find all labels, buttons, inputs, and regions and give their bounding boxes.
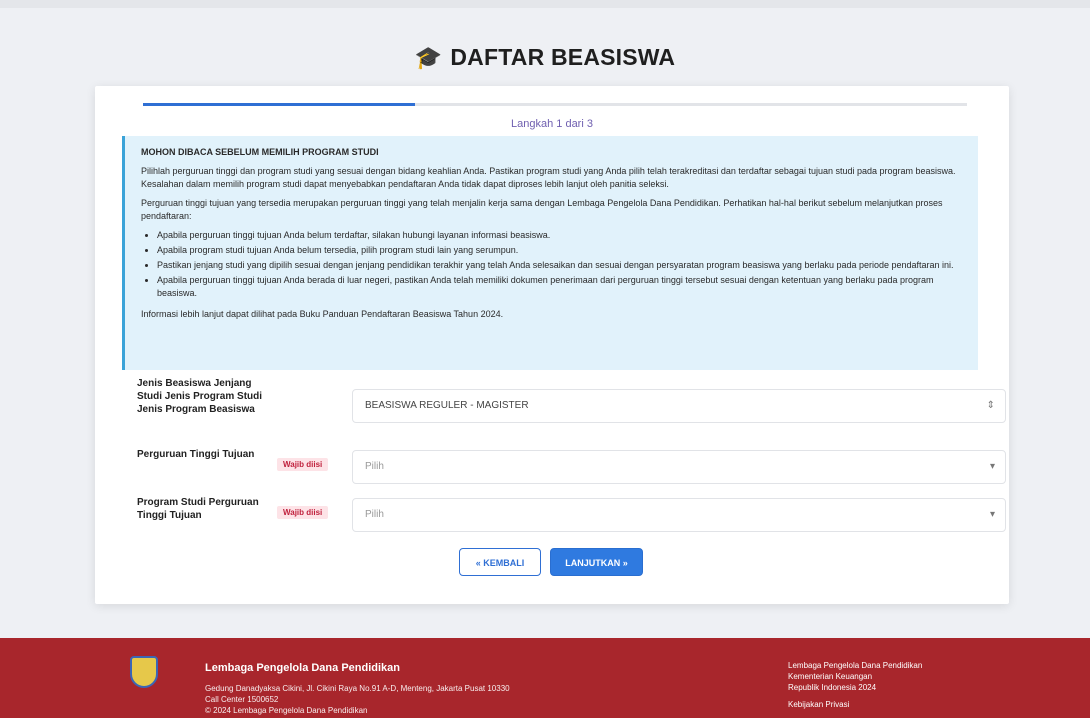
scholarship-type-value: BEASISWA REGULER - MAGISTER (365, 400, 529, 411)
chevron-down-icon: ▾ (989, 509, 995, 520)
study-program-label: Program Studi Perguruan Tinggi Tujuan (137, 497, 259, 521)
graduation-cap-icon: 🎓 (414, 45, 443, 70)
study-program-select[interactable]: Pilih ▾ (352, 498, 1006, 532)
back-button[interactable]: « KEMBALI (459, 548, 541, 576)
top-bar (0, 0, 1090, 8)
university-placeholder: Pilih (365, 461, 384, 472)
form-row-scholarship-type: Jenis Beasiswa Jenjang Studi Jenis Progr… (137, 377, 1006, 437)
notice-bullet: Apabila perguruan tinggi tujuan Anda bel… (157, 229, 966, 242)
notice-bullet: Pastikan jenjang studi yang dipilih sesu… (157, 259, 966, 272)
university-select[interactable]: Pilih ▾ (352, 450, 1006, 484)
university-label: Perguruan Tinggi Tujuan (137, 449, 255, 460)
notice-intro: Pilihlah perguruan tinggi dan program st… (141, 166, 956, 189)
form-row-university: Perguruan Tinggi Tujuan Wajib diisi Pili… (137, 448, 1006, 488)
scholarship-type-label: Jenis Beasiswa Jenjang Studi Jenis Progr… (137, 378, 263, 415)
notice-closing: Informasi lebih lanjut dapat dilihat pad… (141, 309, 504, 319)
study-program-placeholder: Pilih (365, 509, 384, 520)
footer: Lembaga Pengelola Dana Pendidikan Gedung… (0, 638, 1090, 718)
footer-right-line: Kementerian Keuangan (788, 672, 873, 681)
step-label: Langkah 1 dari 3 (511, 118, 593, 130)
footer-right-info: Lembaga Pengelola Dana Pendidikan Kement… (788, 660, 922, 710)
footer-address-line: Call Center 1500652 (205, 695, 279, 704)
progress-fill (143, 103, 415, 106)
notice-box: MOHON DIBACA SEBELUM MEMILIH PROGRAM STU… (122, 136, 978, 370)
footer-address: Gedung Danadyaksa Cikini, Jl. Cikini Ray… (205, 683, 510, 716)
notice-heading: MOHON DIBACA SEBELUM MEMILIH PROGRAM STU… (141, 147, 379, 157)
registration-card: Langkah 1 dari 3 MOHON DIBACA SEBELUM ME… (95, 86, 1009, 604)
notice-bullet: Apabila perguruan tinggi tujuan Anda ber… (157, 274, 966, 300)
ministry-logo-icon (130, 656, 158, 688)
chevron-down-icon: ▾ (989, 461, 995, 472)
footer-right-line: Lembaga Pengelola Dana Pendidikan (788, 661, 923, 670)
progress-track (143, 103, 967, 106)
scholarship-type-select[interactable]: BEASISWA REGULER - MAGISTER ⇕ (352, 389, 1006, 423)
footer-address-line: Gedung Danadyaksa Cikini, Jl. Cikini Ray… (205, 684, 510, 693)
footer-address-line: © 2024 Lembaga Pengelola Dana Pendidikan (205, 706, 368, 715)
required-badge: Wajib diisi (277, 506, 329, 519)
notice-bullet: Apabila program studi tujuan Anda belum … (157, 244, 966, 257)
page-title-text: DAFTAR BEASISWA (450, 44, 676, 70)
next-button[interactable]: LANJUTKAN » (550, 548, 643, 576)
footer-org-name: Lembaga Pengelola Dana Pendidikan (205, 662, 400, 674)
chevron-updown-icon: ⇕ (986, 400, 995, 411)
page-title: 🎓 DAFTAR BEASISWA (0, 44, 1090, 71)
notice-para2: Perguruan tinggi tujuan yang tersedia me… (141, 198, 943, 221)
form-row-study-program: Program Studi Perguruan Tinggi Tujuan Wa… (137, 496, 1006, 536)
footer-right-line: Republik Indonesia 2024 (788, 683, 877, 692)
privacy-link[interactable]: Kebijakan Privasi (788, 699, 922, 710)
notice-list: Apabila perguruan tinggi tujuan Anda bel… (141, 229, 966, 300)
required-badge: Wajib diisi (277, 458, 329, 471)
